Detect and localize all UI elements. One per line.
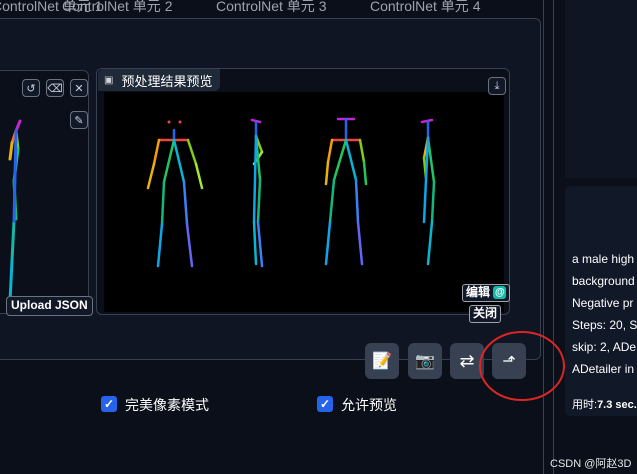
edit-button[interactable]: 编辑 @: [462, 284, 511, 302]
notepad-icon: 📝: [372, 353, 392, 370]
close-preview-button[interactable]: 关闭: [469, 305, 502, 323]
openpose-editor-icon: @: [493, 286, 507, 300]
undo-icon: ↺: [26, 82, 36, 95]
info-line: background: [572, 274, 635, 288]
download-button[interactable]: ⤓: [488, 77, 506, 95]
swap-icon: ⇄: [459, 350, 475, 371]
edit-label: 编辑: [466, 285, 491, 299]
undo-button[interactable]: ↺: [22, 79, 40, 97]
pixel-perfect-checkbox[interactable]: ✓: [101, 396, 117, 412]
brush-button[interactable]: ✎: [70, 111, 88, 129]
upload-json-button[interactable]: Upload JSON: [6, 296, 93, 316]
camera-icon: 📷: [415, 353, 435, 370]
allow-preview-label: 允许预览: [341, 397, 397, 413]
watermark: CSDN @阿赵3D: [550, 458, 632, 470]
clear-image-button[interactable]: ✕: [70, 79, 88, 97]
allow-preview-checkbox[interactable]: ✓: [317, 396, 333, 412]
erase-button[interactable]: ⌫: [46, 79, 64, 97]
info-line: Negative pr: [572, 296, 634, 310]
time-value: 7.3 sec.: [597, 399, 637, 411]
close-icon: ✕: [74, 82, 84, 95]
notepad-button[interactable]: 📝: [365, 343, 399, 379]
download-icon: ⤓: [494, 79, 500, 92]
info-line: Steps: 20, S: [572, 318, 637, 332]
input-image-panel[interactable]: [0, 70, 89, 314]
output-gallery: [565, 0, 637, 178]
pixel-perfect-label: 完美像素模式: [125, 397, 209, 413]
info-line: ADetailer in: [572, 362, 635, 376]
info-line: a male high: [572, 252, 635, 266]
tab-controlnet-4[interactable]: ControlNet 单元 4: [370, 0, 480, 16]
pose-skeletons: [146, 117, 436, 268]
preview-image: [104, 92, 504, 312]
info-line: skip: 2, ADe: [572, 340, 637, 354]
time-taken: 用时:7.3 sec.: [572, 396, 637, 412]
preview-title: 预处理结果预览: [121, 73, 213, 89]
time-label: 用时:: [572, 399, 598, 411]
pen-icon: ✎: [74, 114, 84, 127]
image-icon: ▣: [104, 74, 114, 86]
eraser-icon: ⌫: [47, 82, 63, 95]
tab-controlnet-2[interactable]: ControlNet 单元 2: [62, 0, 172, 16]
camera-button[interactable]: 📷: [408, 343, 442, 379]
preview-label: ▣ 预处理结果预览: [98, 69, 221, 91]
pose-figure: [8, 119, 22, 303]
annotation-circle: [479, 331, 565, 401]
tab-controlnet-3[interactable]: ControlNet 单元 3: [216, 0, 326, 16]
